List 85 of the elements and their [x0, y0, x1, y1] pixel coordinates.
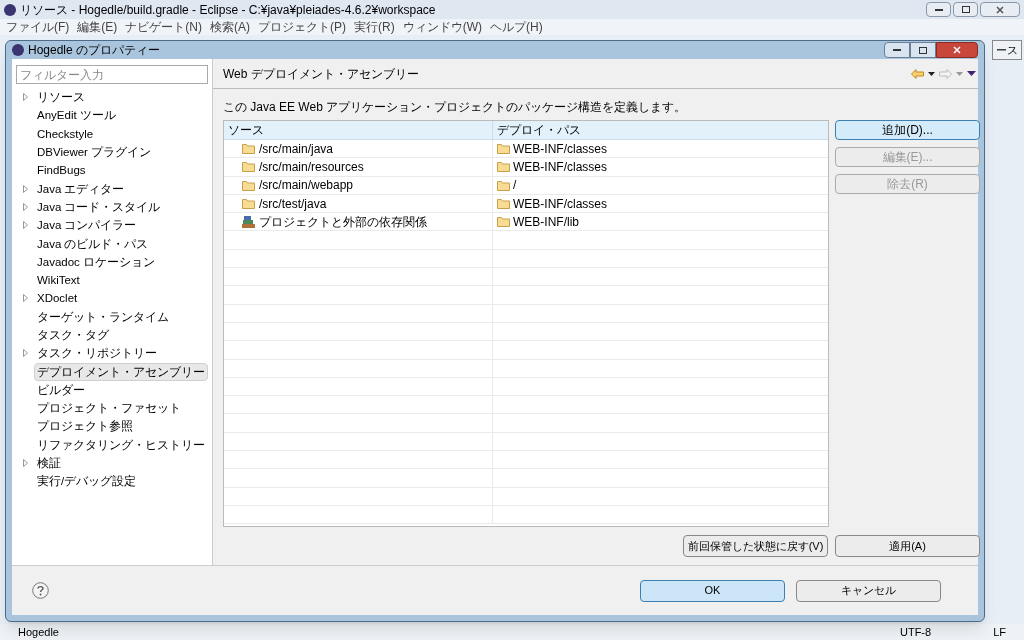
- folder-icon: [497, 179, 510, 191]
- tree-item[interactable]: 検証: [34, 454, 64, 473]
- tree-item[interactable]: Java コード・スタイル: [34, 197, 164, 216]
- expand-arrow-icon[interactable]: [22, 93, 28, 102]
- expand-arrow-icon[interactable]: [22, 294, 28, 303]
- tree-item[interactable]: リファクタリング・ヒストリー: [34, 435, 208, 454]
- tree-item[interactable]: デプロイメント・アセンブリー: [34, 362, 208, 381]
- menu-item[interactable]: ウィンドウ(W): [402, 18, 482, 36]
- folder-icon: [242, 143, 255, 155]
- tree-item[interactable]: プロジェクト・ファセット: [34, 399, 184, 418]
- view-menu-icon[interactable]: [967, 71, 976, 76]
- table-cell-text: /: [513, 177, 517, 195]
- tree-item[interactable]: AnyEdit ツール: [34, 106, 119, 125]
- folder-icon: [242, 198, 255, 210]
- maximize-button[interactable]: [910, 42, 936, 58]
- folder-icon: [242, 179, 255, 191]
- table-cell-text: /src/main/webapp: [259, 177, 354, 195]
- menu-item[interactable]: 実行(R): [354, 18, 395, 36]
- maximize-button[interactable]: [953, 2, 978, 17]
- menu-item[interactable]: ヘルプ(H): [490, 18, 543, 36]
- tree-item[interactable]: Javadoc ロケーション: [34, 252, 159, 271]
- close-button[interactable]: [936, 42, 978, 58]
- tree-item[interactable]: タスク・タグ: [34, 326, 112, 344]
- minimize-button[interactable]: [926, 2, 951, 17]
- column-header[interactable]: デプロイ・パス: [493, 121, 828, 139]
- description-text: この Java EE Web アプリケーション・プロジェクトのパッケージ構造を定義します。: [223, 99, 688, 116]
- page-title: Web デプロイメント・アセンブリー: [223, 65, 419, 83]
- folder-icon: [497, 216, 510, 228]
- restore-defaults-button[interactable]: 前回保管した状態に戻す(V): [683, 535, 828, 557]
- dialog-title: Hogedle のプロパティー: [28, 42, 161, 59]
- table-cell-text: プロジェクトと外部の依存関係: [259, 213, 427, 231]
- perspective-tab[interactable]: ース: [992, 40, 1022, 60]
- tree-item[interactable]: ターゲット・ランタイム: [34, 307, 172, 326]
- tree-item[interactable]: Java エディター: [34, 179, 128, 198]
- filter-field[interactable]: フィルター入力: [16, 65, 208, 84]
- table-cell-text: WEB-INF/classes: [513, 195, 607, 213]
- project-label: Hogedle: [18, 624, 59, 640]
- column-header[interactable]: ソース: [224, 121, 493, 139]
- tree-item[interactable]: タスク・リポジトリー: [34, 344, 160, 363]
- menu-item[interactable]: プロジェクト(P): [258, 18, 346, 36]
- expand-arrow-icon[interactable]: [22, 349, 28, 358]
- minimize-button[interactable]: [884, 42, 910, 58]
- ok-button[interactable]: OK: [640, 579, 785, 602]
- table-cell-text: /src/test/java: [259, 195, 327, 213]
- table-cell-text: /src/main/resources: [259, 158, 364, 176]
- expand-arrow-icon[interactable]: [22, 184, 28, 193]
- table-cell-text: WEB-INF/classes: [513, 140, 607, 158]
- library-icon: [242, 215, 255, 228]
- folder-icon: [242, 161, 255, 173]
- expand-arrow-icon[interactable]: [22, 202, 28, 211]
- table-cell-text: WEB-INF/classes: [513, 158, 607, 176]
- help-icon[interactable]: [32, 582, 49, 599]
- back-arrow-icon[interactable]: [911, 68, 924, 79]
- tree-item[interactable]: ビルダー: [34, 380, 88, 399]
- side-button[interactable]: 追加(D)...: [835, 120, 980, 140]
- tree-item[interactable]: プロジェクト参照: [34, 417, 136, 436]
- window-title: リソース - Hogedle/build.gradle - Eclipse - C:¥java¥pleiades-4.6.2¥workspace: [20, 1, 436, 19]
- menu-item[interactable]: ファイル(F): [6, 18, 70, 36]
- tree-item[interactable]: Java コンパイラー: [34, 216, 140, 235]
- tree-item[interactable]: リソース: [34, 88, 88, 107]
- tree-item[interactable]: DBViewer プラグイン: [34, 143, 155, 162]
- line-ending-label: LF: [993, 624, 1006, 640]
- menu-item[interactable]: ナビゲート(N): [125, 18, 202, 36]
- folder-icon: [497, 161, 510, 173]
- encoding-label: UTF-8: [900, 624, 932, 640]
- apply-button[interactable]: 適用(A): [835, 535, 980, 557]
- close-icon: [996, 5, 1004, 14]
- cancel-button[interactable]: キャンセル: [796, 579, 941, 602]
- tree-item[interactable]: Checkstyle: [34, 124, 97, 143]
- tree-item[interactable]: XDoclet: [34, 289, 81, 308]
- tree-item[interactable]: WikiText: [34, 271, 83, 290]
- expand-arrow-icon[interactable]: [22, 459, 28, 468]
- menu-item[interactable]: 編集(E): [77, 18, 118, 36]
- tree-item[interactable]: Java のビルド・パス: [34, 234, 152, 253]
- tree-item[interactable]: 実行/デバッグ設定: [34, 472, 140, 491]
- menu-item[interactable]: 検索(A): [210, 18, 250, 36]
- forward-arrow-icon[interactable]: [939, 68, 952, 79]
- expand-arrow-icon[interactable]: [22, 221, 28, 230]
- folder-icon: [497, 143, 510, 155]
- folder-icon: [497, 198, 510, 210]
- close-icon: [953, 46, 961, 54]
- table-cell-text: WEB-INF/lib: [513, 213, 579, 231]
- tree-item[interactable]: FindBugs: [34, 161, 89, 180]
- table-cell-text: /src/main/java: [259, 140, 334, 158]
- dropdown-icon[interactable]: [928, 71, 935, 76]
